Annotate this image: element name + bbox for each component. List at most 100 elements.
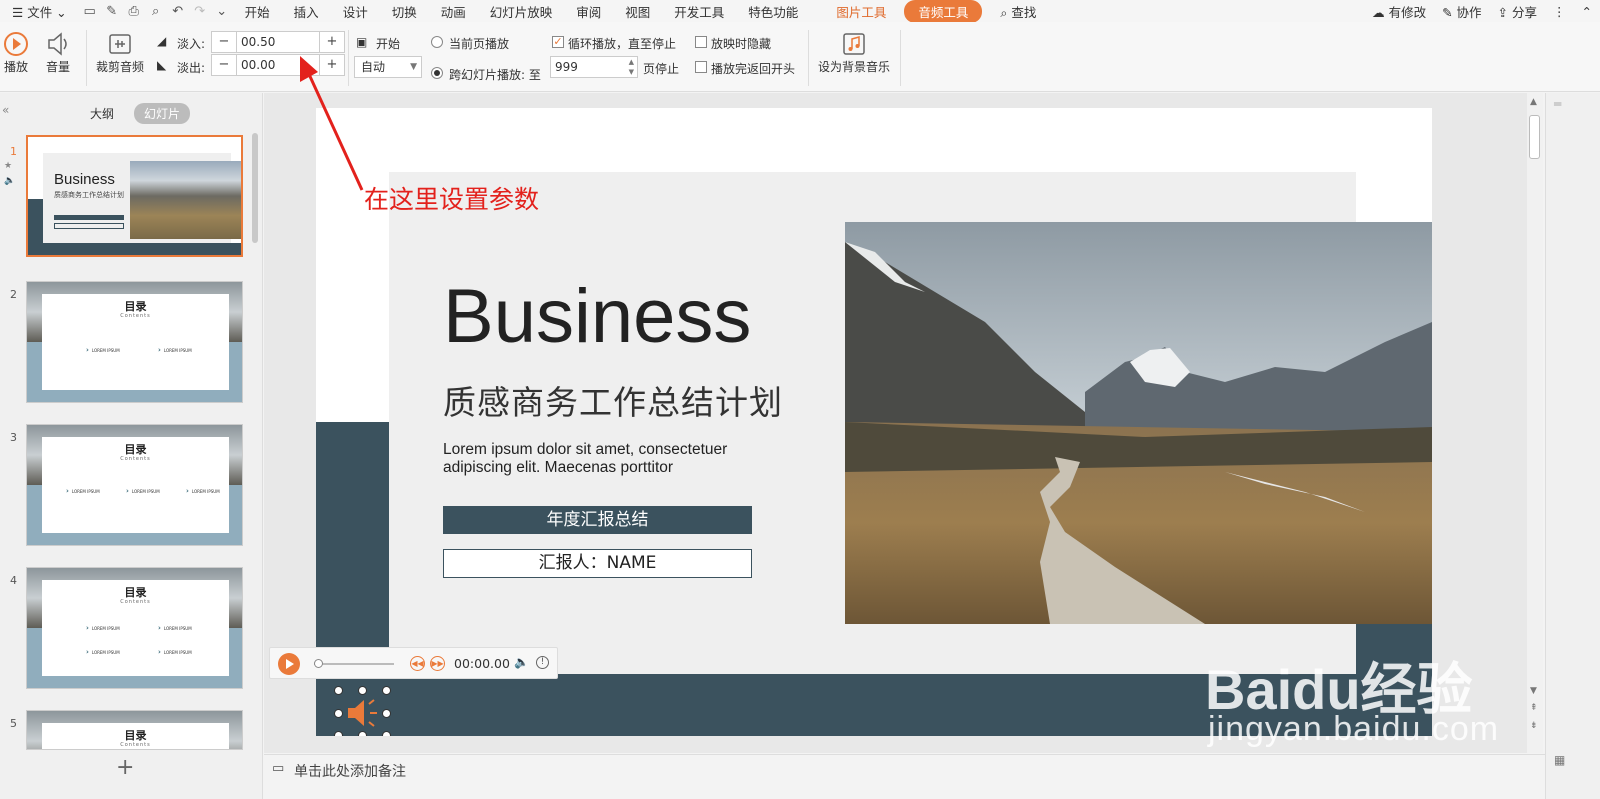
save-icon[interactable]: ▭ (79, 4, 101, 19)
fade-out-increment[interactable]: + (320, 55, 344, 75)
redo-icon[interactable]: ↷ (189, 4, 211, 19)
animation-star-icon: ★ (4, 161, 13, 171)
more-icon[interactable]: ⌄ (211, 4, 233, 19)
fade-out-value[interactable]: 00.00 (236, 55, 320, 75)
print-icon[interactable]: ⎙ (123, 4, 145, 19)
rewind-checkbox[interactable] (695, 61, 707, 73)
print-preview-icon[interactable]: ⌕ (145, 4, 167, 19)
current-page-radio[interactable] (431, 36, 443, 48)
modified-button[interactable]: ☁ 有修改 (1364, 2, 1434, 21)
thumb-item: › LOREM IPSUM (158, 346, 192, 354)
hide-checkbox[interactable] (695, 36, 707, 48)
player-play-button[interactable] (278, 653, 300, 675)
fade-out-decrement[interactable]: − (212, 55, 236, 75)
slide-bar[interactable]: 年度汇报总结 (443, 506, 752, 534)
scrollbar-thumb[interactable] (1529, 115, 1540, 159)
play-button[interactable]: 播放 (2, 30, 30, 75)
modified-label: 有修改 (1388, 4, 1427, 20)
slide-title[interactable]: Business (443, 273, 751, 360)
resize-handle[interactable] (358, 731, 367, 736)
resize-handle[interactable] (382, 731, 391, 736)
fade-in-increment[interactable]: + (320, 32, 344, 52)
tab-outline[interactable]: 大纲 (80, 103, 124, 124)
player-volume-icon[interactable]: 🔈 (514, 655, 529, 669)
resize-handle[interactable] (334, 709, 343, 718)
tab-features[interactable]: 特色功能 (736, 2, 810, 21)
player-info-icon[interactable]: ! (536, 656, 549, 669)
forward-icon[interactable]: ▶▶ (430, 656, 445, 671)
bg-music-button[interactable]: 设为背景音乐 (818, 30, 890, 75)
scroll-up-icon[interactable]: ▲ (1530, 97, 1537, 107)
resize-handle[interactable] (382, 686, 391, 695)
player-progress-track[interactable] (314, 663, 394, 665)
slide-thumbnail-2[interactable]: 目录 Contents › LOREM IPSUM › LOREM IPSUM (26, 281, 243, 403)
resize-handle[interactable] (334, 731, 343, 736)
tab-home[interactable]: 开始 (233, 2, 282, 21)
fade-in-label: 淡入: (177, 37, 206, 51)
tab-audio-tools[interactable]: 音频工具 (904, 0, 983, 23)
next-slide-icon[interactable]: ⇟ (1530, 721, 1538, 731)
notes-pane[interactable]: ▭ 单击此处添加备注 (264, 754, 1545, 799)
prev-slide-icon[interactable]: ⇞ (1530, 703, 1538, 713)
add-slide-icon[interactable]: + (116, 755, 134, 780)
tab-slides[interactable]: 幻灯片 (134, 103, 191, 124)
player-progress-knob[interactable] (314, 659, 323, 668)
rewind-icon[interactable]: ◀◀ (410, 656, 425, 671)
tab-animation[interactable]: 动画 (429, 2, 478, 21)
slide-thumbnail-1[interactable]: Business 质感商务工作总结计划 (26, 135, 243, 257)
cross-slides-radio[interactable] (431, 67, 443, 79)
tab-transition[interactable]: 切换 (380, 2, 429, 21)
volume-button[interactable]: 音量 (44, 30, 72, 75)
cross-slides-input[interactable]: 999 ▲ ▼ (550, 56, 638, 78)
search-button[interactable]: ⌕ 查找 (988, 2, 1048, 21)
notes-icon: ▭ (272, 761, 285, 776)
vertical-scrollbar[interactable]: ▲ ▼ ⇞ ⇟ (1527, 93, 1543, 753)
file-menu[interactable]: ☰ 文件 ⌄ (0, 2, 79, 21)
fade-out-stepper[interactable]: − 00.00 + (211, 54, 345, 76)
format-painter-icon[interactable]: ✎ (101, 4, 123, 19)
fade-in-icon: ◢ (157, 34, 167, 48)
tab-slideshow[interactable]: 幻灯片放映 (478, 2, 565, 21)
thumb-item-text: LOREM IPSUM (91, 626, 120, 631)
tab-developer[interactable]: 开发工具 (662, 2, 736, 21)
tab-design[interactable]: 设计 (331, 2, 380, 21)
scroll-down-icon[interactable]: ▼ (1530, 686, 1537, 696)
resize-handle[interactable] (334, 686, 343, 695)
thumb-item-text: LOREM IPSUM (163, 348, 192, 353)
fade-in-value[interactable]: 00.50 (236, 32, 320, 52)
spin-icon[interactable]: ▲ ▼ (629, 57, 634, 77)
sidebar-lines-icon[interactable]: ═ (1554, 97, 1561, 111)
slide-subtitle[interactable]: 质感商务工作总结计划 (443, 376, 783, 424)
audio-object[interactable] (334, 686, 391, 736)
trim-audio-button[interactable]: 裁剪音频 (96, 30, 144, 75)
fade-in-stepper[interactable]: − 00.50 + (211, 31, 345, 53)
undo-icon[interactable]: ↶ (167, 4, 189, 19)
audio-player: ◀◀ ▶▶ 00:00.00 🔈 ! (269, 647, 558, 679)
grid-icon[interactable]: ▦ (1554, 753, 1565, 767)
fade-in-decrement[interactable]: − (212, 32, 236, 52)
more-menu-icon[interactable]: ⋮ (1545, 4, 1574, 19)
start-select[interactable]: 自动 ▼ (354, 56, 422, 78)
panel-scrollbar[interactable] (252, 133, 258, 243)
collapse-ribbon-icon[interactable]: ⌃ (1574, 4, 1600, 19)
loop-checkbox[interactable]: ✓ (552, 36, 564, 48)
resize-handle[interactable] (382, 709, 391, 718)
slide-thumbnail-4[interactable]: 目录 Contents › LOREM IPSUM › LOREM IPSUM › L… (26, 567, 243, 689)
slide-body[interactable]: Lorem ipsum dolor sit amet, consectetuer… (443, 441, 783, 477)
resize-handle[interactable] (358, 686, 367, 695)
tab-picture-tools[interactable]: 图片工具 (824, 2, 898, 21)
right-sidebar: ═ ▦ (1545, 93, 1600, 799)
slide-reporter-box[interactable]: 汇报人：NAME (443, 549, 752, 578)
tab-review[interactable]: 审阅 (564, 2, 613, 21)
collapse-panel-icon[interactable]: « (2, 103, 9, 117)
ribbon-separator (86, 30, 87, 86)
slide-thumbnail-5[interactable]: 目录 Contents (26, 710, 243, 750)
slide-thumbnail-3[interactable]: 目录 Contents › LOREM IPSUM › LOREM IPSUM › L… (26, 424, 243, 546)
tab-view[interactable]: 视图 (613, 2, 662, 21)
tab-insert[interactable]: 插入 (282, 2, 331, 21)
annotation-text: 在这里设置参数 (364, 185, 540, 214)
notes-placeholder[interactable]: 单击此处添加备注 (294, 761, 406, 781)
collab-button[interactable]: ✎ 协作 (1434, 2, 1489, 21)
mountain-photo[interactable] (845, 222, 1432, 624)
share-button[interactable]: ⇪ 分享 (1490, 2, 1545, 21)
